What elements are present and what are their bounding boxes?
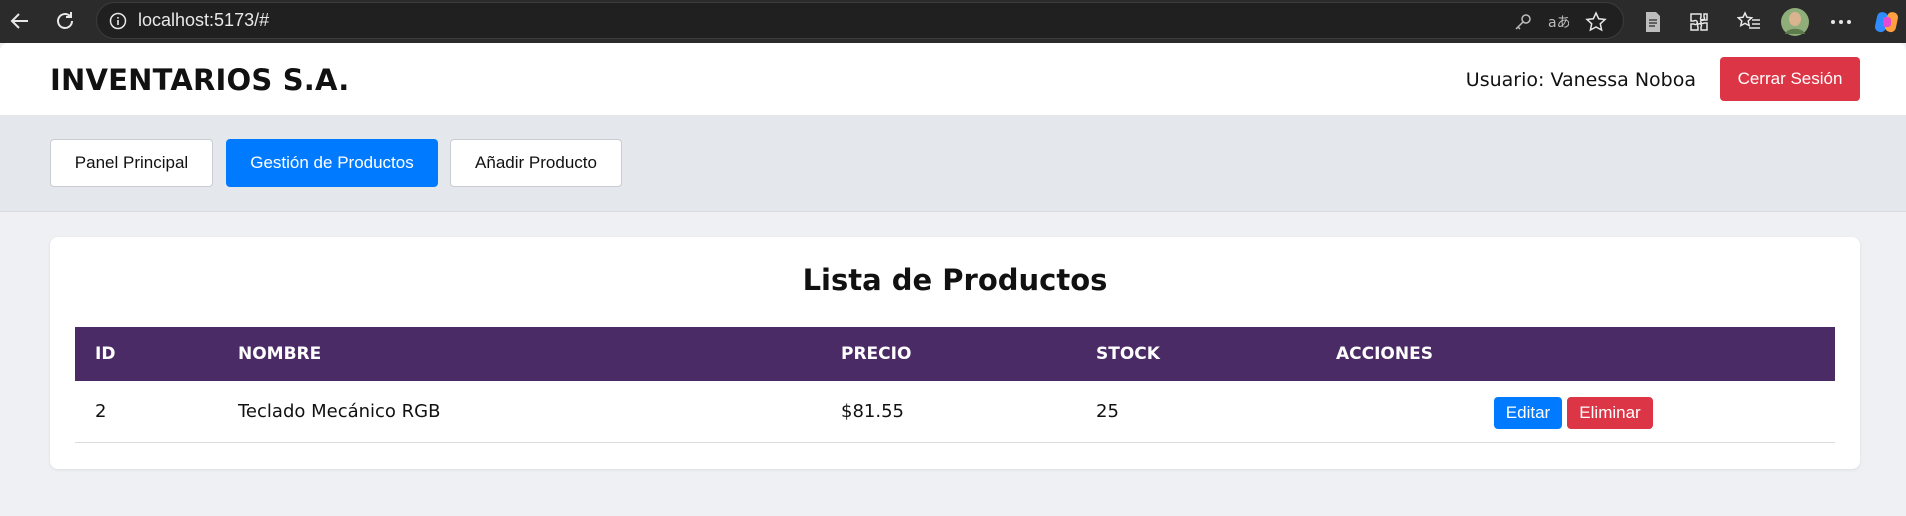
table-header: ID NOMBRE PRECIO STOCK ACCIONES <box>75 327 1835 381</box>
cell-nombre: Teclado Mecánico RGB <box>238 401 441 422</box>
nav-bar: Panel Principal Gestión de Productos Aña… <box>0 115 1906 212</box>
edit-button[interactable]: Editar <box>1494 397 1562 429</box>
delete-button[interactable]: Eliminar <box>1567 397 1653 429</box>
column-header-acciones: ACCIONES <box>1336 344 1433 364</box>
column-header-id: ID <box>95 344 116 364</box>
reload-icon[interactable] <box>50 6 80 36</box>
products-card: Lista de Productos ID NOMBRE PRECIO STOC… <box>50 237 1860 469</box>
browser-toolbar: localhost:5173/# aあ <box>0 0 1906 43</box>
svg-text:aあ: aあ <box>1548 15 1569 31</box>
favorites-list-icon[interactable] <box>1734 7 1764 37</box>
tab-panel-principal[interactable]: Panel Principal <box>50 139 213 187</box>
column-header-precio: PRECIO <box>841 344 912 364</box>
more-options-icon[interactable] <box>1826 7 1856 37</box>
translate-icon[interactable]: aあ <box>1547 11 1569 33</box>
info-icon[interactable] <box>109 12 127 30</box>
current-user-label: Usuario: Vanessa Noboa <box>1465 69 1696 91</box>
table-row: 2 Teclado Mecánico RGB $81.55 25 Editar … <box>75 381 1835 443</box>
products-title: Lista de Productos <box>802 263 1108 297</box>
tab-gestion-productos[interactable]: Gestión de Productos <box>226 139 438 187</box>
column-header-stock: STOCK <box>1096 344 1160 364</box>
extensions-icon[interactable] <box>1684 7 1714 37</box>
brand-title: INVENTARIOS S.A. <box>50 63 350 97</box>
tab-anadir-producto[interactable]: Añadir Producto <box>450 139 622 187</box>
app-header: INVENTARIOS S.A. Usuario: Vanessa Noboa … <box>0 43 1906 115</box>
reading-mode-icon[interactable] <box>1638 7 1668 37</box>
back-icon[interactable] <box>5 6 35 36</box>
logout-button[interactable]: Cerrar Sesión <box>1720 57 1860 101</box>
cell-precio: $81.55 <box>841 401 904 422</box>
column-header-nombre: NOMBRE <box>238 344 322 364</box>
address-bar[interactable]: localhost:5173/# aあ <box>96 2 1624 39</box>
profile-avatar[interactable] <box>1780 7 1810 37</box>
cell-stock: 25 <box>1096 401 1119 422</box>
cell-id: 2 <box>95 401 107 422</box>
copilot-icon[interactable] <box>1872 7 1902 37</box>
key-icon[interactable] <box>1512 11 1534 33</box>
favorite-star-icon[interactable] <box>1585 11 1607 33</box>
url-text[interactable]: localhost:5173/# <box>138 10 269 31</box>
